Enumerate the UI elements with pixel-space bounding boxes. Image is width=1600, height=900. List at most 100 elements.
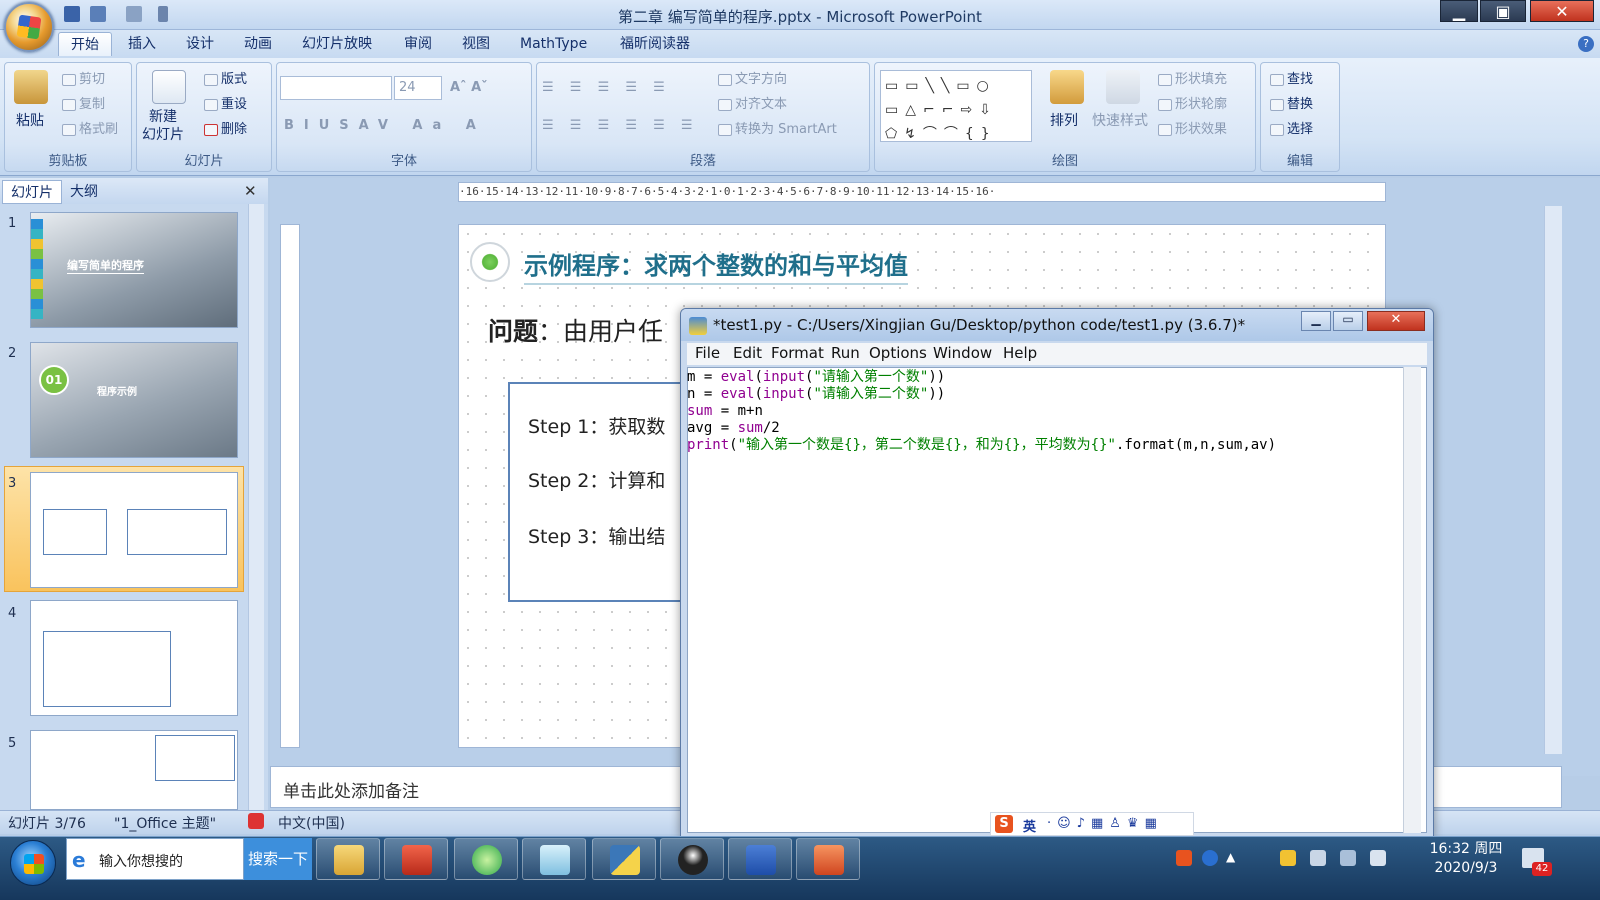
shapes-gallery[interactable]: ▭▭╲╲▭○ ▭△⌐⌐⇨⇩ ⬠↯⌒⌒{} <box>880 70 1032 142</box>
taskbar-pdf[interactable] <box>384 838 448 880</box>
tab-mathtype[interactable]: MathType <box>508 32 599 56</box>
tab-review[interactable]: 审阅 <box>392 32 444 56</box>
smartart-icon <box>718 123 732 136</box>
find-button[interactable]: 查找 <box>1270 68 1313 87</box>
arrange-icon[interactable] <box>1050 70 1084 104</box>
close-button[interactable]: ✕ <box>1530 0 1594 22</box>
tab-animations[interactable]: 动画 <box>232 32 284 56</box>
align-icons[interactable]: ☰ ☰ ☰ ☰ ☰ ☰ <box>542 118 699 133</box>
copy-button[interactable]: 复制 <box>62 93 105 112</box>
taskbar-search-input[interactable]: 输入你想搜的 <box>66 838 244 880</box>
slide-thumbnail-2[interactable]: 01 程序示例 <box>30 342 238 458</box>
slide-thumbnail-3[interactable] <box>30 472 238 588</box>
vertical-ruler[interactable] <box>280 224 300 748</box>
new-slide-icon[interactable] <box>152 70 186 104</box>
ime-lang[interactable]: 英 <box>1023 816 1036 835</box>
menu-edit[interactable]: Edit <box>733 344 762 362</box>
tab-view[interactable]: 视图 <box>450 32 502 56</box>
font-name-combo[interactable] <box>280 76 392 100</box>
tab-design[interactable]: 设计 <box>174 32 226 56</box>
maximize-button[interactable]: ▣ <box>1480 0 1526 22</box>
font-size-combo[interactable]: 24 <box>394 76 442 100</box>
quick-styles-button[interactable]: 快速样式 <box>1092 110 1148 130</box>
list-icons[interactable]: ☰ ☰ ☰ ☰ ☰ <box>542 80 671 95</box>
taskbar-browser[interactable] <box>454 838 518 880</box>
paste-button[interactable]: 粘贴 <box>16 110 44 130</box>
reset-button[interactable]: 重设 <box>204 93 247 112</box>
text-direction-button[interactable]: 文字方向 <box>718 68 787 87</box>
idle-close-button[interactable]: ✕ <box>1367 311 1425 331</box>
tray-expand-icon[interactable]: ▲ <box>1226 850 1235 864</box>
delete-button[interactable]: 删除 <box>204 118 247 137</box>
taskbar-word[interactable] <box>728 838 792 880</box>
volume-muted-icon[interactable] <box>1370 850 1386 866</box>
new-slide-button[interactable]: 新建 幻灯片 <box>142 108 184 144</box>
slide-thumbnail-5[interactable] <box>30 730 238 810</box>
horizontal-ruler[interactable]: ·16·15·14·13·12·11·10·9·8·7·6·5·4·3·2·1·… <box>458 182 1386 202</box>
code-scrollbar[interactable] <box>1403 367 1421 833</box>
ime-tool-icons[interactable]: ·☺♪▦♙♛▦ <box>1047 816 1163 831</box>
align-text-button[interactable]: 对齐文本 <box>718 93 787 112</box>
start-button[interactable] <box>10 840 56 886</box>
shape-effects-button[interactable]: 形状效果 <box>1158 118 1227 137</box>
tab-outline[interactable]: 大纲 <box>62 180 106 204</box>
replace-button[interactable]: 替换 <box>1270 93 1313 112</box>
menu-help[interactable]: Help <box>1003 344 1037 362</box>
grow-font-icon[interactable]: Aˆ Aˇ <box>450 80 488 95</box>
taskbar-qq[interactable] <box>660 838 724 880</box>
idle-maximize-button[interactable]: ▭ <box>1333 311 1363 331</box>
spellcheck-icon[interactable] <box>248 813 264 829</box>
slide-title[interactable]: 示例程序：求两个整数的和与平均值 <box>524 246 908 285</box>
menu-run[interactable]: Run <box>831 344 860 362</box>
sogou-tray-icon[interactable] <box>1176 850 1192 866</box>
minimize-button[interactable]: ▁ <box>1440 0 1478 22</box>
ime-toolbar[interactable]: S 英 ·☺♪▦♙♛▦ <box>990 812 1194 836</box>
slides-scrollbar[interactable] <box>248 204 264 810</box>
qq-tray-icon[interactable] <box>1280 850 1296 866</box>
code-line[interactable]: print("输入第一个数是{}，第二个数是{}，和为{}，平均数为{}".fo… <box>687 437 1276 454</box>
arrange-button[interactable]: 排列 <box>1050 110 1078 130</box>
tab-home[interactable]: 开始 <box>58 32 112 56</box>
code-line[interactable]: sum = m+n <box>687 403 1276 420</box>
slide-thumbnail-1[interactable]: 编写简单的程序 <box>30 212 238 328</box>
menu-options[interactable]: Options <box>869 344 927 362</box>
paste-icon[interactable] <box>14 70 48 104</box>
font-format-icons[interactable]: BIUSAV Aa A <box>284 118 486 133</box>
layout-button[interactable]: 版式 <box>204 68 247 87</box>
shape-outline-button[interactable]: 形状轮廓 <box>1158 93 1227 112</box>
tab-slideshow[interactable]: 幻灯片放映 <box>290 32 384 56</box>
close-pane-icon[interactable]: ✕ <box>244 182 257 200</box>
slide-question[interactable]: 问题：由用户任 <box>488 312 663 348</box>
help-icon[interactable]: ? <box>1578 36 1594 52</box>
slide-thumbnail-4[interactable] <box>30 600 238 716</box>
code-text[interactable]: m = eval(input("请输入第一个数")) n = eval(input… <box>687 369 1276 454</box>
shape-fill-button[interactable]: 形状填充 <box>1158 68 1227 87</box>
code-line[interactable]: m = eval(input("请输入第一个数")) <box>687 369 1276 386</box>
tab-insert[interactable]: 插入 <box>116 32 168 56</box>
menu-window[interactable]: Window <box>933 344 992 362</box>
clock[interactable]: 16:32 周四 2020/9/3 <box>1420 840 1512 878</box>
taskbar-python[interactable] <box>592 838 656 880</box>
smartart-button[interactable]: 转换为 SmartArt <box>718 118 837 137</box>
network-tray-icon[interactable] <box>1340 850 1356 866</box>
quick-styles-icon[interactable] <box>1106 70 1140 104</box>
select-button[interactable]: 选择 <box>1270 118 1313 137</box>
tab-foxit[interactable]: 福昕阅读器 <box>608 32 702 56</box>
language-indicator[interactable]: 中文(中国) <box>278 813 345 833</box>
taskbar-explorer[interactable] <box>316 838 380 880</box>
code-line[interactable]: n = eval(input("请输入第二个数")) <box>687 386 1276 403</box>
search-button[interactable]: 搜索一下 <box>244 838 312 880</box>
menu-file[interactable]: File <box>695 344 720 362</box>
office-button[interactable] <box>4 2 54 52</box>
format-painter-button[interactable]: 格式刷 <box>62 118 118 137</box>
flag-tray-icon[interactable] <box>1310 850 1326 866</box>
menu-format[interactable]: Format <box>771 344 824 362</box>
code-line[interactable]: avg = sum/2 <box>687 420 1276 437</box>
cut-button[interactable]: 剪切 <box>62 68 105 87</box>
idle-minimize-button[interactable]: ▁ <box>1301 311 1331 331</box>
slide-scrollbar[interactable] <box>1544 206 1562 754</box>
help-tray-icon[interactable] <box>1202 850 1218 866</box>
taskbar-powerpoint[interactable] <box>796 838 860 880</box>
tab-slides[interactable]: 幻灯片 <box>2 180 62 204</box>
taskbar-notepad[interactable] <box>522 838 586 880</box>
